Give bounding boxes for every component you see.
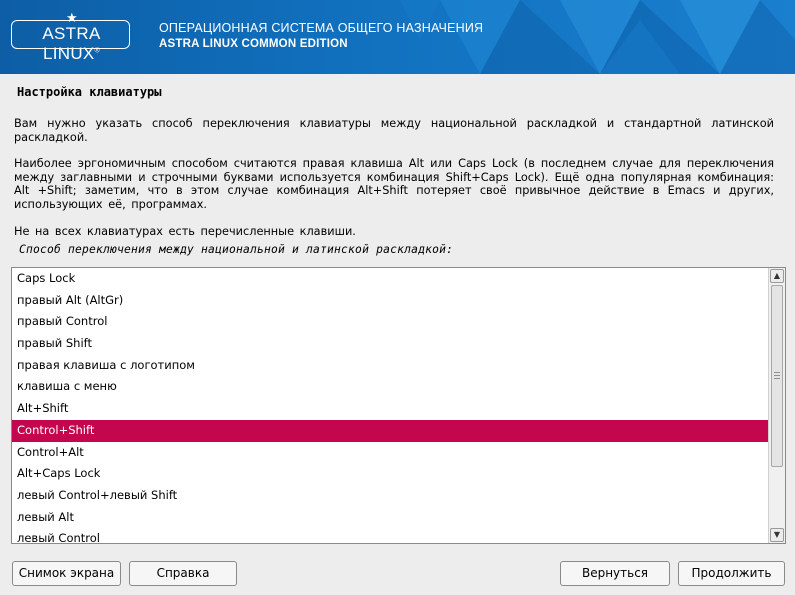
list-item[interactable]: правая клавиша с логотипом [12, 355, 768, 377]
list-item[interactable]: правый Shift [12, 333, 768, 355]
scroll-down-arrow-icon[interactable]: ▼ [770, 528, 784, 542]
scrollbar-thumb[interactable] [771, 285, 783, 467]
list-item[interactable]: Alt+Caps Lock [12, 463, 768, 485]
banner-edition: ASTRA LINUX COMMON EDITION [159, 38, 348, 50]
option-list: Caps Lock правый Alt (AltGr) правый Cont… [12, 268, 768, 543]
grip-line [774, 375, 780, 376]
list-item[interactable]: левый Control+левый Shift [12, 485, 768, 507]
list-item[interactable]: Caps Lock [12, 268, 768, 290]
list-item[interactable]: Alt+Shift [12, 398, 768, 420]
help-button[interactable]: Справка [129, 561, 237, 586]
list-item[interactable]: левый Alt [12, 507, 768, 529]
banner-os-title: ОПЕРАЦИОННАЯ СИСТЕМА ОБЩЕГО НАЗНАЧЕНИЯ [159, 21, 484, 35]
grip-line [774, 378, 780, 379]
back-button[interactable]: Вернуться [560, 561, 670, 586]
list-item-selected[interactable]: Control+Shift [12, 419, 768, 442]
logo-registered-mark: ® [94, 47, 101, 55]
star-icon: ★ [66, 11, 78, 26]
scroll-up-arrow-icon[interactable]: ▲ [770, 269, 784, 283]
screenshot-button[interactable]: Снимок экрана [12, 561, 121, 586]
selection-prompt: Способ переключения между национальной и… [19, 243, 454, 256]
switch-method-listbox[interactable]: Caps Lock правый Alt (AltGr) правый Cont… [11, 267, 786, 544]
description-paragraph-1: Вам нужно указать способ переключения кл… [14, 117, 774, 144]
list-item[interactable]: правый Alt (AltGr) [12, 290, 768, 312]
list-item[interactable]: Control+Alt [12, 442, 768, 464]
list-item[interactable]: левый Control [12, 528, 768, 543]
continue-button[interactable]: Продолжить [678, 561, 785, 586]
description-paragraph-3: Не на всех клавиатурах есть перечисленны… [14, 225, 356, 238]
vertical-scrollbar[interactable]: ▲ ▼ [768, 268, 785, 543]
header-banner: ASTRA LINUX® ★ ОПЕРАЦИОННАЯ СИСТЕМА ОБЩЕ… [0, 0, 795, 74]
logo-text: ASTRA LINUX [42, 24, 101, 63]
page-title: Настройка клавиатуры [17, 85, 162, 99]
list-item[interactable]: правый Control [12, 311, 768, 333]
list-item[interactable]: клавиша с меню [12, 376, 768, 398]
grip-line [774, 372, 780, 373]
description-paragraph-2: Наиболее эргономичным способом считаются… [14, 157, 774, 211]
